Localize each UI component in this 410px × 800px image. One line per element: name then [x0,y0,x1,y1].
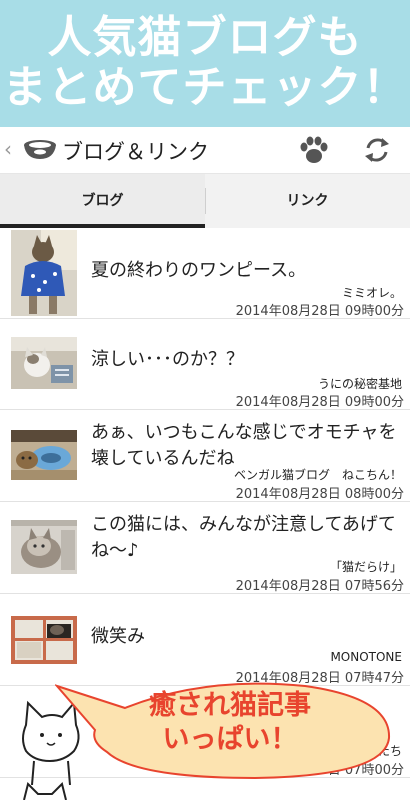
item-date: 2014年08月28日 08時00分 [235,487,404,502]
item-title: 微笑み [91,626,145,647]
blog-list-item[interactable]: あぁ、いつもこんな感じでオモチャを壊しているんだね ベンガル猫ブログ ねこちん！… [0,410,410,502]
item-source: ミミオレ。 [341,286,402,300]
app-header: ‹ ブログ＆リンク [0,127,410,174]
bubble-text-line2: いっぱい！ [162,724,298,755]
tab-blog[interactable]: ブログ [0,174,205,228]
banner-headline-line2: まとめてチェック！ [2,62,408,113]
cat-doodle-ears [23,782,67,800]
item-date: 2014年08月28日 09時00分 [235,304,404,319]
cat-bowl-icon[interactable] [22,137,58,161]
tab-divider [205,188,206,214]
page-title: ブログ＆リンク [62,140,209,164]
cat-thumbnail [11,230,77,316]
cat-thumbnail [11,520,77,574]
banner-headline-line1: 人気猫ブログも [47,12,363,63]
blog-list-item[interactable]: この猫には、みんなが注意してあげてね〜♪ 「猫だらけ」 2014年08月28日 … [0,502,410,594]
item-title: この猫には、みんなが注意してあげてね〜♪ [91,514,396,561]
paw-icon[interactable] [298,135,330,165]
refresh-icon[interactable] [362,135,392,165]
item-date: 2014年08月28日 07時56分 [235,579,404,594]
cat-thumbnail [11,337,77,389]
item-source: ベンガル猫ブログ ねこちん！ [233,468,402,482]
item-source: 「猫だらけ」 [329,560,402,574]
item-title: あぁ、いつもこんな感じでオモチャを壊しているんだね [91,422,397,469]
item-date: 2014年08月28日 09時00分 [235,395,404,410]
tab-bar: ブログ リンク [0,174,410,228]
blog-list-item[interactable]: 涼しい･･･のか？？ うにの秘密基地 2014年08月28日 09時00分 [0,319,410,410]
tab-links[interactable]: リンク [205,174,410,228]
item-title: 夏の終わりのワンピース。 [91,260,307,281]
promo-banner: 人気猫ブログも まとめてチェック！ [0,0,410,127]
item-title: 涼しい･･･のか？？ [91,349,244,370]
blog-list-item[interactable]: 夏の終わりのワンピース。 ミミオレ。 2014年08月28日 09時00分 [0,228,410,319]
item-source: うにの秘密基地 [317,377,402,391]
item-source: MONOTONE [330,650,402,664]
back-chevron-icon[interactable]: ‹ [4,137,12,161]
cat-thumbnail [11,616,77,664]
cat-thumbnail [11,430,77,480]
bubble-text-line1: 癒され猫記事 [149,690,311,721]
